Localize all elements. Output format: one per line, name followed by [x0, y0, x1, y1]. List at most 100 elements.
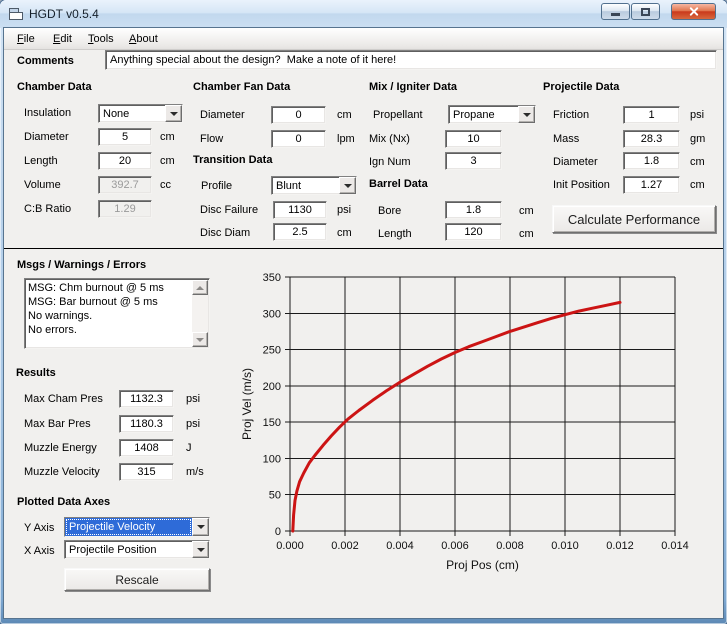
muzzle-energy-unit: J [186, 442, 192, 454]
cb-ratio-output [98, 200, 152, 218]
scroll-up-icon[interactable] [192, 280, 208, 295]
title-bar[interactable]: HGDT v0.5.4 [0, 0, 727, 28]
messages-lines: MSG: Chm burnout @ 5 ms MSG: Bar burnout… [28, 281, 191, 337]
insulation-value: None [99, 105, 165, 122]
client-area: File Edit Tools About Comments Chamber D… [4, 28, 723, 618]
propellant-select[interactable]: Propane [448, 105, 536, 124]
fan-flow-unit: lpm [337, 133, 355, 145]
fan-diameter-input[interactable] [271, 106, 326, 124]
max-bar-pres-unit: psi [186, 418, 200, 430]
barrel-length-label: Length [378, 228, 412, 240]
y-axis-select[interactable]: Projectile Velocity [64, 517, 210, 537]
svg-text:0.002: 0.002 [331, 540, 359, 552]
mass-unit: gm [690, 133, 705, 145]
message-line: MSG: Chm burnout @ 5 ms [28, 281, 191, 295]
comments-label: Comments [17, 55, 74, 67]
svg-text:50: 50 [269, 490, 281, 502]
close-button[interactable] [671, 3, 716, 20]
insulation-select[interactable]: None [98, 104, 183, 123]
svg-text:0.012: 0.012 [606, 540, 634, 552]
mix-nx-input[interactable] [445, 130, 502, 148]
friction-input[interactable] [623, 106, 680, 124]
chamber-diameter-input[interactable] [98, 128, 152, 146]
performance-chart: 0.0000.0020.0040.0060.0080.0100.0120.014… [238, 256, 723, 586]
minimize-button[interactable] [601, 3, 630, 20]
barrel-length-input[interactable] [445, 223, 502, 241]
projectile-diameter-unit: cm [690, 156, 705, 168]
max-bar-pres-output[interactable] [119, 415, 174, 433]
x-axis-select[interactable]: Projectile Position [64, 540, 210, 559]
section-separator [4, 248, 723, 249]
maximize-icon [641, 8, 650, 16]
chamber-length-label: Length [24, 155, 58, 167]
mix-igniter-title: Mix / Igniter Data [369, 81, 457, 93]
volume-output [98, 176, 152, 194]
x-axis-label: X Axis [24, 545, 55, 557]
chamber-diameter-unit: cm [160, 131, 175, 143]
profile-label: Profile [201, 180, 232, 192]
disc-failure-input[interactable] [273, 201, 327, 219]
calculate-performance-button[interactable]: Calculate Performance [552, 205, 716, 233]
svg-text:250: 250 [263, 345, 281, 357]
svg-text:100: 100 [263, 453, 281, 465]
message-line: MSG: Bar burnout @ 5 ms [28, 295, 191, 309]
rescale-button[interactable]: Rescale [64, 568, 210, 591]
close-icon [688, 6, 699, 17]
max-cham-pres-output[interactable] [119, 390, 174, 408]
messages-listbox[interactable]: MSG: Chm burnout @ 5 ms MSG: Bar burnout… [24, 278, 210, 349]
cb-ratio-label: C:B Ratio [24, 203, 71, 215]
friction-unit: psi [690, 109, 704, 121]
chevron-down-icon[interactable] [192, 518, 209, 536]
menu-bar: File Edit Tools About [4, 28, 723, 50]
ign-num-input[interactable] [445, 152, 502, 170]
bore-label: Bore [378, 205, 401, 217]
menu-about[interactable]: About [122, 28, 165, 50]
max-cham-pres-unit: psi [186, 393, 200, 405]
disc-diam-input[interactable] [273, 223, 327, 241]
svg-text:Proj Vel (m/s): Proj Vel (m/s) [240, 368, 254, 440]
menu-edit[interactable]: Edit [46, 28, 79, 50]
mass-label: Mass [553, 133, 579, 145]
bore-unit: cm [519, 205, 534, 217]
chamber-length-input[interactable] [98, 152, 152, 170]
mass-input[interactable] [623, 130, 680, 148]
volume-label: Volume [24, 179, 61, 191]
chevron-down-icon[interactable] [339, 177, 356, 194]
init-position-input[interactable] [623, 176, 680, 194]
projectile-diameter-input[interactable] [623, 152, 680, 170]
message-line: No errors. [28, 323, 191, 337]
ign-num-label: Ign Num [369, 156, 411, 168]
bore-input[interactable] [445, 201, 502, 219]
svg-text:0.014: 0.014 [661, 540, 689, 552]
fan-diameter-label: Diameter [200, 109, 245, 121]
friction-label: Friction [553, 109, 589, 121]
muzzle-velocity-label: Muzzle Velocity [24, 466, 100, 478]
chevron-down-icon[interactable] [192, 541, 209, 558]
fan-flow-input[interactable] [271, 130, 326, 148]
y-axis-value: Projectile Velocity [65, 518, 192, 536]
chamber-diameter-label: Diameter [24, 131, 69, 143]
volume-unit: cc [160, 179, 171, 191]
maximize-button[interactable] [631, 3, 660, 20]
chevron-down-icon[interactable] [518, 106, 535, 123]
chevron-down-icon[interactable] [165, 105, 182, 122]
projectile-title: Projectile Data [543, 81, 619, 93]
barrel-title: Barrel Data [369, 178, 428, 190]
muzzle-velocity-output[interactable] [119, 463, 174, 481]
menu-file[interactable]: File [10, 28, 42, 50]
scroll-down-icon[interactable] [192, 332, 208, 347]
profile-select[interactable]: Blunt [271, 176, 357, 195]
svg-text:350: 350 [263, 272, 281, 284]
muzzle-velocity-unit: m/s [186, 466, 204, 478]
svg-text:0.004: 0.004 [386, 540, 414, 552]
svg-text:Proj Pos (cm): Proj Pos (cm) [446, 558, 519, 572]
disc-failure-unit: psi [337, 204, 351, 216]
comments-input[interactable] [105, 50, 717, 70]
disc-diam-unit: cm [337, 227, 352, 239]
messages-scrollbar[interactable] [192, 280, 208, 347]
menu-tools[interactable]: Tools [81, 28, 121, 50]
disc-diam-label: Disc Diam [200, 227, 250, 239]
messages-title: Msgs / Warnings / Errors [17, 259, 146, 271]
muzzle-energy-output[interactable] [119, 439, 174, 457]
x-axis-value: Projectile Position [65, 541, 192, 558]
